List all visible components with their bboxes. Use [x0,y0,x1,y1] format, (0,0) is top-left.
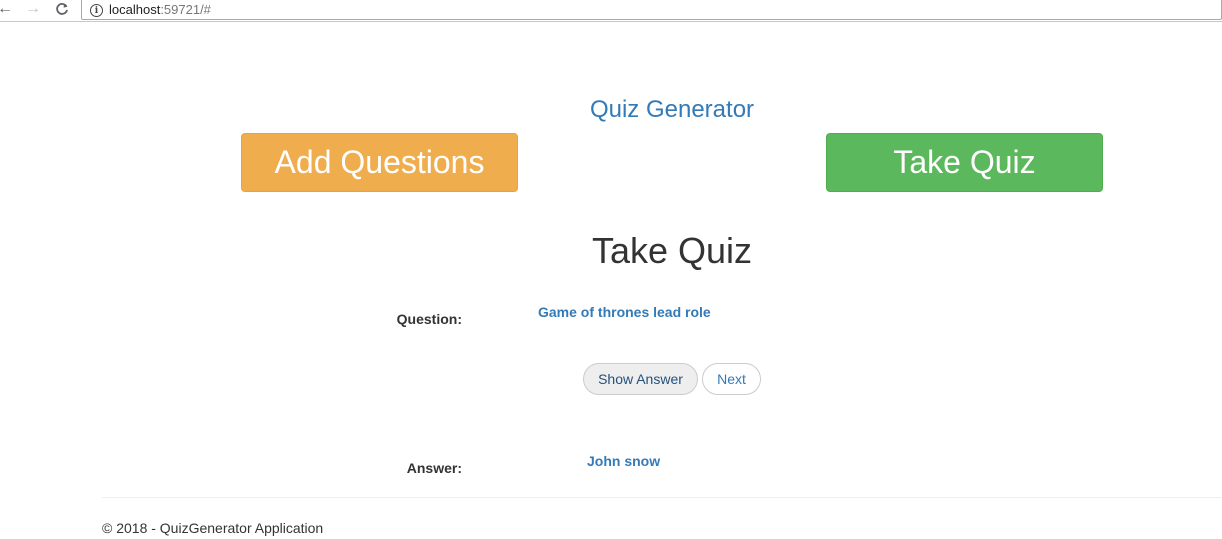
url-host: localhost [109,2,161,17]
browser-toolbar: ← → i localhost:59721/# [0,0,1222,22]
page-title: Take Quiz [591,230,753,271]
show-answer-button[interactable]: Show Answer [583,363,698,395]
footer-copyright: © 2018 - QuizGenerator Application [102,520,324,536]
take-quiz-button[interactable]: Take Quiz [826,133,1103,192]
address-bar[interactable]: i localhost:59721/# [81,0,1222,20]
app-title-link[interactable]: Quiz Generator [0,96,1222,124]
url-path: :59721/# [160,2,211,17]
answer-label: Answer: [406,460,462,476]
reload-icon[interactable] [53,0,71,18]
add-questions-button[interactable]: Add Questions [241,133,518,192]
answer-text: John snow [587,453,661,469]
info-icon[interactable]: i [90,4,103,17]
question-label: Question: [396,311,462,327]
url-text[interactable]: localhost:59721/# [109,2,211,17]
question-text: Game of thrones lead role [538,304,711,320]
footer-divider [102,497,1222,498]
arrow-left-icon[interactable]: ← [0,0,14,18]
arrow-right-icon[interactable]: → [24,0,42,18]
next-button[interactable]: Next [702,363,761,395]
